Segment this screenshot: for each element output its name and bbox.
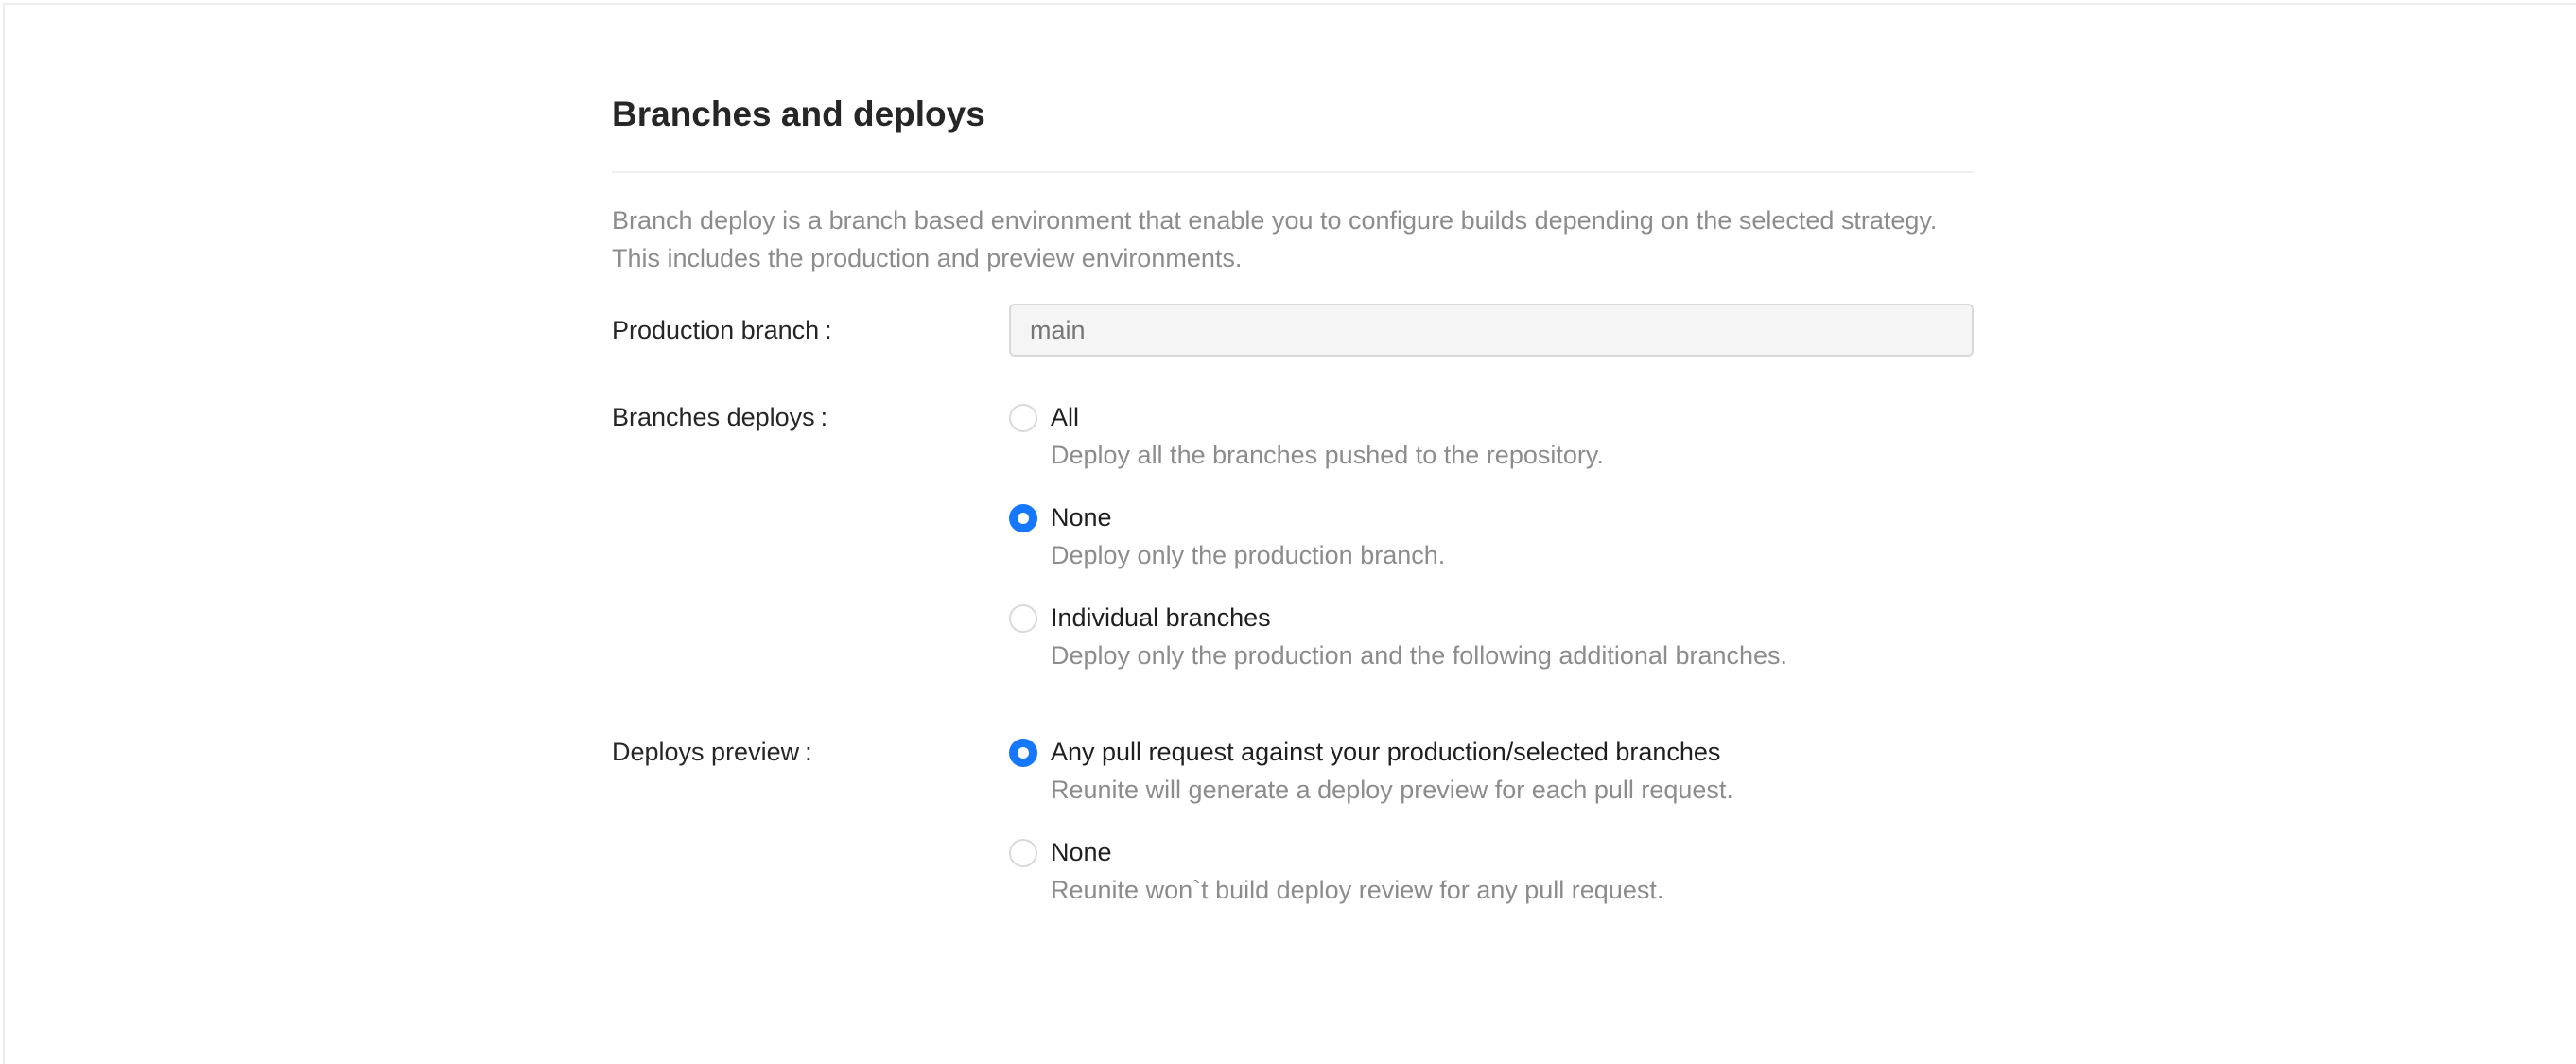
branches-deploys-label: Branches deploys: xyxy=(612,403,828,431)
branches-deploys-row: Branches deploys: All Deploy all the bra… xyxy=(612,398,1974,674)
radio-any-pull-request[interactable] xyxy=(1009,739,1037,767)
option-title[interactable]: Any pull request against your production… xyxy=(1051,733,1733,771)
deploys-preview-radio-group: Any pull request against your production… xyxy=(1009,733,1974,909)
option-title[interactable]: None xyxy=(1051,833,1663,871)
option-description: Reunite won`t build deploy review for an… xyxy=(1051,876,1664,904)
production-branch-label: Production branch: xyxy=(612,316,832,344)
radio-individual-branches[interactable] xyxy=(1009,604,1037,633)
radio-all[interactable] xyxy=(1009,404,1037,432)
branches-deploys-radio-group: All Deploy all the branches pushed to th… xyxy=(1009,398,1974,674)
radio-none[interactable] xyxy=(1009,504,1037,532)
deploys-preview-label: Deploys preview: xyxy=(612,738,812,766)
settings-section: Branches and deploys Branch deploy is a … xyxy=(612,90,1974,909)
divider xyxy=(612,171,1974,173)
branches-deploys-option-all[interactable]: All Deploy all the branches pushed to th… xyxy=(1009,398,1974,474)
deploys-preview-option-any-pr[interactable]: Any pull request against your production… xyxy=(1009,733,1974,809)
section-description: Branch deploy is a branch based environm… xyxy=(612,206,1938,272)
option-description: Deploy only the production and the follo… xyxy=(1051,641,1788,670)
page-frame: Branches and deploys Branch deploy is a … xyxy=(3,3,2576,1064)
branches-deploys-option-individual[interactable]: Individual branches Deploy only the prod… xyxy=(1009,599,1974,674)
branches-deploys-option-none[interactable]: None Deploy only the production branch. xyxy=(1009,498,1974,574)
deploys-preview-option-none[interactable]: None Reunite won`t build deploy review f… xyxy=(1009,833,1974,909)
deploys-preview-row: Deploys preview: Any pull request agains… xyxy=(612,733,1974,909)
production-branch-input[interactable] xyxy=(1009,304,1974,357)
option-description: Reunite will generate a deploy preview f… xyxy=(1051,776,1733,804)
option-description: Deploy only the production branch. xyxy=(1051,541,1446,569)
radio-none[interactable] xyxy=(1009,839,1037,867)
option-title[interactable]: None xyxy=(1051,498,1445,536)
production-branch-row: Production branch: xyxy=(612,304,1974,357)
option-description: Deploy all the branches pushed to the re… xyxy=(1051,441,1604,469)
option-title[interactable]: All xyxy=(1051,398,1604,436)
option-title[interactable]: Individual branches xyxy=(1051,599,1787,637)
page-title: Branches and deploys xyxy=(612,95,985,133)
